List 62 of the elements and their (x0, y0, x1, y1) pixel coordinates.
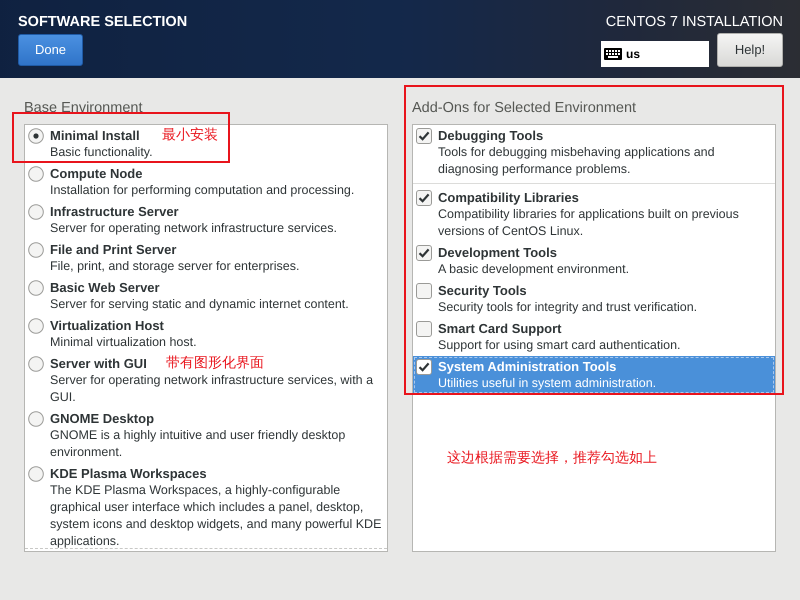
annotation-text: 这边根据需要选择，推荐勾选如上 (447, 448, 657, 466)
option-description: Minimal virtualization host. (50, 334, 197, 351)
addon-title[interactable]: Security Tools (438, 282, 527, 299)
radio-button[interactable] (28, 318, 44, 334)
option-description: GNOME is a highly intuitive and user friendly desktop environment. (50, 427, 346, 461)
addon-description: Support for using smart card authentication. (438, 337, 680, 354)
addon-description: Utilities useful in system administration. (438, 375, 656, 392)
option-description: Basic functionality. (50, 144, 153, 161)
option-title[interactable]: Infrastructure Server (50, 203, 179, 220)
checkbox[interactable] (416, 128, 432, 144)
addon-description: Compatibility libraries for applications built on previous versions of CentOS Linux. (438, 206, 740, 240)
option-title[interactable]: Virtualization Host (50, 317, 164, 334)
product-title: CENTOS 7 INSTALLATION (606, 13, 783, 31)
addon-description: Security tools for integrity and trust verification. (438, 299, 698, 316)
option-title[interactable]: Minimal Install (50, 127, 140, 144)
radio-button[interactable] (28, 356, 44, 372)
done-button[interactable]: Done (18, 34, 83, 66)
section-label: Add-Ons for Selected Environment (412, 99, 638, 118)
radio-button[interactable] (28, 166, 44, 182)
option-description: File, print, and storage server for enterprises. (50, 258, 300, 275)
checkbox[interactable] (416, 321, 432, 337)
addon-row[interactable]: Debugging Tools Tools for debugging misbehaving applications and diagnosing performance problems. (413, 125, 775, 184)
addon-row[interactable]: Security Tools Security tools for integrity and trust verification. (413, 280, 775, 318)
radio-button[interactable] (28, 411, 44, 427)
addon-row[interactable]: Smart Card Support Support for using smart card authentication. (413, 318, 775, 356)
section-label: Base Environment (24, 99, 144, 118)
radio-button[interactable] (28, 466, 44, 482)
radio-button[interactable] (28, 204, 44, 220)
help-button[interactable]: Help! (717, 33, 783, 67)
checkbox[interactable] (416, 359, 432, 375)
addon-title[interactable]: Compatibility Libraries (438, 189, 579, 206)
option-title[interactable]: Basic Web Server (50, 279, 160, 296)
radio-button[interactable] (28, 280, 44, 296)
option-title[interactable]: GNOME Desktop (50, 410, 154, 427)
radio-button[interactable] (28, 242, 44, 258)
option-title[interactable]: Server with GUI (50, 355, 147, 372)
keyboard-icon (604, 48, 622, 60)
option-title[interactable]: KDE Plasma Workspaces (50, 465, 207, 482)
checkbox[interactable] (416, 245, 432, 261)
option-description: Server for operating network infrastructure services, with a GUI. (50, 372, 374, 406)
addon-title[interactable]: Development Tools (438, 244, 557, 261)
option-description: Server for operating network infrastructure services. (50, 220, 337, 237)
annotation-text: 最小安装 (162, 125, 218, 143)
option-description: Installation for performing computation and processing. (50, 182, 354, 199)
checkbox[interactable] (416, 190, 432, 206)
option-title[interactable]: File and Print Server (50, 241, 176, 258)
option-title[interactable]: Compute Node (50, 165, 142, 182)
screen-title: SOFTWARE SELECTION (18, 13, 188, 31)
addon-row[interactable]: Development Tools A basic development environment. (413, 242, 775, 280)
addon-title[interactable]: Debugging Tools (438, 127, 544, 144)
addon-description: Tools for debugging misbehaving applications and diagnosing performance problems. (438, 144, 716, 178)
keyboard-layout-field[interactable]: us (601, 41, 709, 67)
checkbox[interactable] (416, 283, 432, 299)
keyboard-layout-value: us (626, 46, 640, 63)
option-description: The KDE Plasma Workspaces, a highly-configurable graphical user interface which includes a panel, desktop, system icons and desktop widgets, and many powerful KDE applications. (50, 482, 382, 550)
addon-title: System Administration Tools (438, 358, 616, 375)
annotation-text: 带有图形化界面 (166, 353, 264, 371)
addon-description: A basic development environment. (438, 261, 630, 278)
option-description: Server for serving static and dynamic internet content. (50, 296, 349, 313)
radio-button[interactable] (28, 128, 44, 144)
addon-title[interactable]: Smart Card Support (438, 320, 562, 337)
addon-row[interactable]: Compatibility Libraries Compatibility libraries for applications built on previous versions of CentOS Linux. (413, 187, 775, 242)
